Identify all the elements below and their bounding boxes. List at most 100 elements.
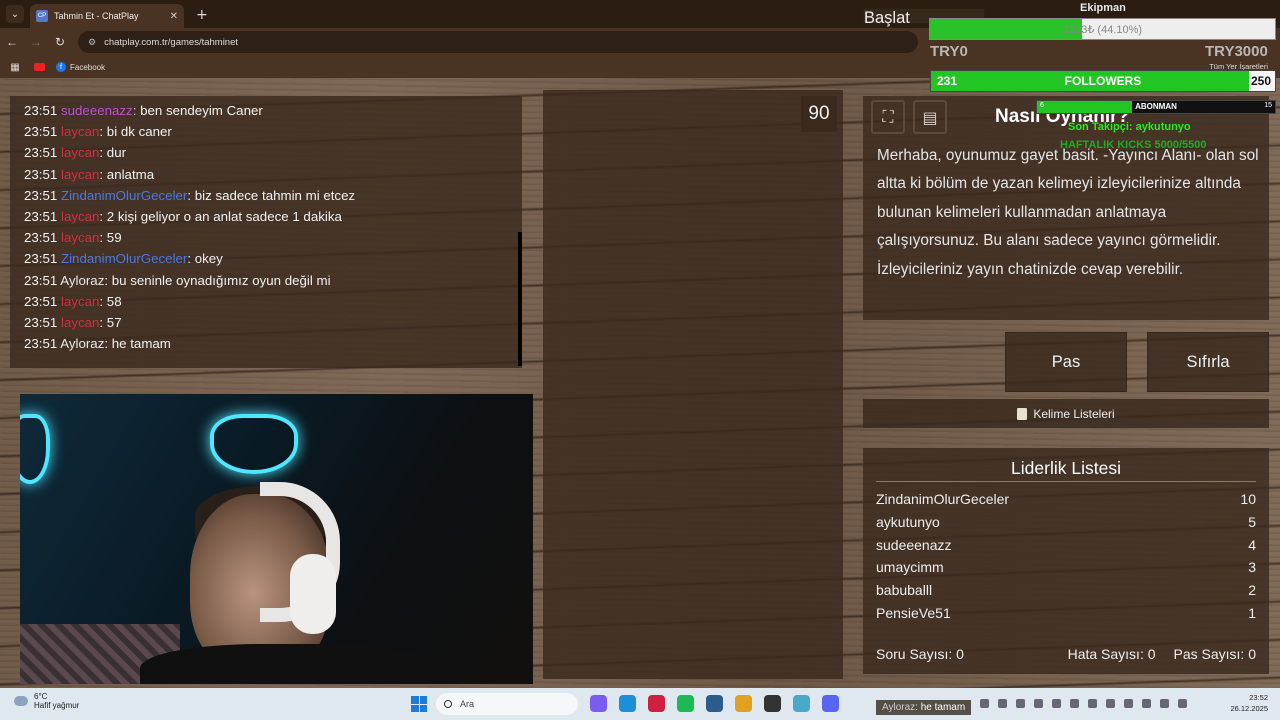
stream-chat-overlay: Ayloraz: he tamam [876, 700, 972, 715]
leaderboard-row: umaycimm 3 [876, 556, 1256, 579]
leaderboard-row: aykutunyo 5 [876, 511, 1256, 534]
leaderboard-score: 4 [1248, 536, 1256, 553]
media-icon[interactable] [648, 695, 665, 712]
tab-search-button[interactable]: ⌄ [6, 5, 24, 23]
chat-time: 23:51 [24, 209, 58, 225]
tray-icon[interactable] [980, 699, 989, 708]
tray-icon[interactable] [1142, 699, 1151, 708]
chat-username[interactable]: laycan [61, 145, 99, 160]
chrome-icon[interactable] [735, 695, 752, 712]
tray-icon[interactable] [1088, 699, 1097, 708]
system-tray[interactable] [980, 699, 1187, 708]
word-lists-button[interactable]: Kelime Listeleri [863, 399, 1269, 428]
tray-icon[interactable] [1034, 699, 1043, 708]
discord-icon[interactable] [822, 695, 839, 712]
notes-icon[interactable]: ▤ [913, 100, 947, 134]
error-count: Hata Sayısı: 0 [1067, 646, 1156, 662]
tab-active[interactable]: CP Tahmin Et - ChatPlay ✕ [30, 4, 184, 28]
new-tab-button[interactable]: + [196, 7, 208, 23]
chat-message: 23:51 laycan: 59 [24, 227, 508, 248]
youtube-bookmark[interactable] [32, 61, 46, 73]
chat-panel: 23:51 sudeeenazz: ben sendeyim Caner 23:5… [10, 96, 522, 368]
chat-time: 23:51 [24, 251, 58, 267]
copilot-icon[interactable] [590, 695, 607, 712]
tray-icon[interactable] [998, 699, 1007, 708]
chat-username[interactable]: Ayloraz [60, 273, 104, 288]
tray-icon[interactable] [1160, 699, 1169, 708]
headphone-cup [290, 554, 336, 634]
chat-message: 23:51 ZindanimOlurGeceler: okey [24, 248, 508, 269]
chat-username[interactable]: laycan [61, 124, 99, 139]
clock-time: 23:52 [1249, 693, 1268, 702]
pass-button[interactable]: Pas [1005, 332, 1127, 392]
chat-text: : 58 [99, 293, 122, 309]
chat-username[interactable]: ZindanimOlurGeceler [61, 251, 187, 266]
chat-text: : 57 [99, 315, 122, 331]
abonman-label: ABONMAN [1135, 102, 1177, 111]
store-icon[interactable] [706, 695, 723, 712]
leaderboard-panel: Liderlik Listesi ZindanimOlurGeceler 10 ay… [863, 448, 1269, 674]
spotify-icon[interactable] [677, 695, 694, 712]
taskbar-search[interactable]: Ara [436, 693, 578, 715]
chat-username[interactable]: ZindanimOlurGeceler [61, 188, 187, 203]
tray-icon[interactable] [1016, 699, 1025, 708]
webcam-feed [20, 394, 533, 684]
chat-message: 23:51 laycan: 57 [24, 312, 508, 333]
leaderboard-name: umaycimm [876, 559, 944, 576]
weather-widget[interactable]: 6°C Hafif yağmur [14, 692, 79, 710]
ekipman-goal-text: 1323₺ (44.10%) [1062, 24, 1143, 36]
stream-chat-user: Ayloraz [882, 702, 916, 713]
tray-icon[interactable] [1124, 699, 1133, 708]
back-icon[interactable]: ← [0, 35, 24, 49]
chat-username[interactable]: laycan [61, 230, 99, 245]
tray-icon[interactable] [1178, 699, 1187, 708]
apps-grid-icon[interactable]: ▦ [8, 61, 22, 73]
howto-text: Merhaba, oyunumuz gayet basit. -Yayıncı … [877, 147, 1259, 278]
game-board [543, 90, 843, 679]
chat-scrollbar[interactable] [518, 232, 522, 366]
chat-username[interactable]: laycan [61, 209, 99, 224]
reset-button[interactable]: Sıfırla [1147, 332, 1269, 392]
tray-icon[interactable] [1070, 699, 1079, 708]
chat-text: : ben sendeyim Caner [132, 103, 263, 118]
chat-text: : bi dk caner [99, 124, 172, 140]
chat-username[interactable]: Ayloraz [60, 336, 104, 351]
weekly-kicks: HAFTALIK KICKS 5000/5500 [1060, 139, 1207, 151]
chat-username[interactable]: sudeeenazz [61, 103, 133, 118]
chat-message: 23:51 laycan: 58 [24, 291, 508, 312]
chat-username[interactable]: laycan [61, 167, 99, 182]
facebook-bookmark[interactable]: Facebook [70, 63, 105, 72]
chat-username[interactable]: laycan [61, 294, 99, 309]
pass-count: Pas Sayısı: 0 [1173, 646, 1256, 662]
leaderboard-title: Liderlik Listesi [876, 448, 1256, 482]
edge-icon[interactable] [619, 695, 636, 712]
chat-time: 23:51 [24, 103, 58, 118]
close-icon[interactable]: ✕ [170, 11, 178, 22]
url-text: chatplay.com.tr/games/tahminet [104, 36, 239, 48]
chat-text: : anlatma [99, 166, 155, 182]
reload-icon[interactable]: ↻ [48, 35, 72, 49]
leaderboard-name: ZindanimOlurGeceler [876, 491, 1010, 507]
windows-start-icon[interactable] [411, 696, 427, 712]
tab-title: Tahmin Et - ChatPlay [54, 11, 139, 21]
chat-message: 23:51 Ayloraz: he tamam [24, 333, 508, 354]
tray-icon[interactable] [1052, 699, 1061, 708]
followers-goal: 250 [1250, 74, 1271, 88]
system-clock[interactable]: 23:52 26.12.2025 [1230, 692, 1268, 714]
tray-icon[interactable] [1106, 699, 1115, 708]
leaderboard-row: PensieVe51 1 [876, 602, 1256, 625]
game-stats: Soru Sayısı: 0 Hata Sayısı: 0 Pas Sayısı… [876, 646, 1256, 662]
favicon-icon: CP [36, 10, 48, 22]
forward-icon[interactable]: → [24, 35, 48, 49]
settings-icon[interactable] [793, 695, 810, 712]
fullscreen-icon[interactable]: ⛶ [871, 100, 905, 134]
chat-username[interactable]: laycan [61, 315, 99, 330]
chat-text: : biz sadece tahmin mi etcez [187, 187, 356, 203]
chat-time: 23:51 [24, 187, 58, 203]
chat-message: 23:51 laycan: 2 kişi geliyor o an anlat … [24, 206, 508, 227]
obs-icon[interactable] [764, 695, 781, 712]
address-bar[interactable]: ⚙ chatplay.com.tr/games/tahminet [78, 31, 918, 53]
leaderboard-score: 3 [1248, 559, 1256, 576]
chat-text: : dur [99, 145, 127, 161]
site-info-icon[interactable]: ⚙ [88, 37, 96, 48]
